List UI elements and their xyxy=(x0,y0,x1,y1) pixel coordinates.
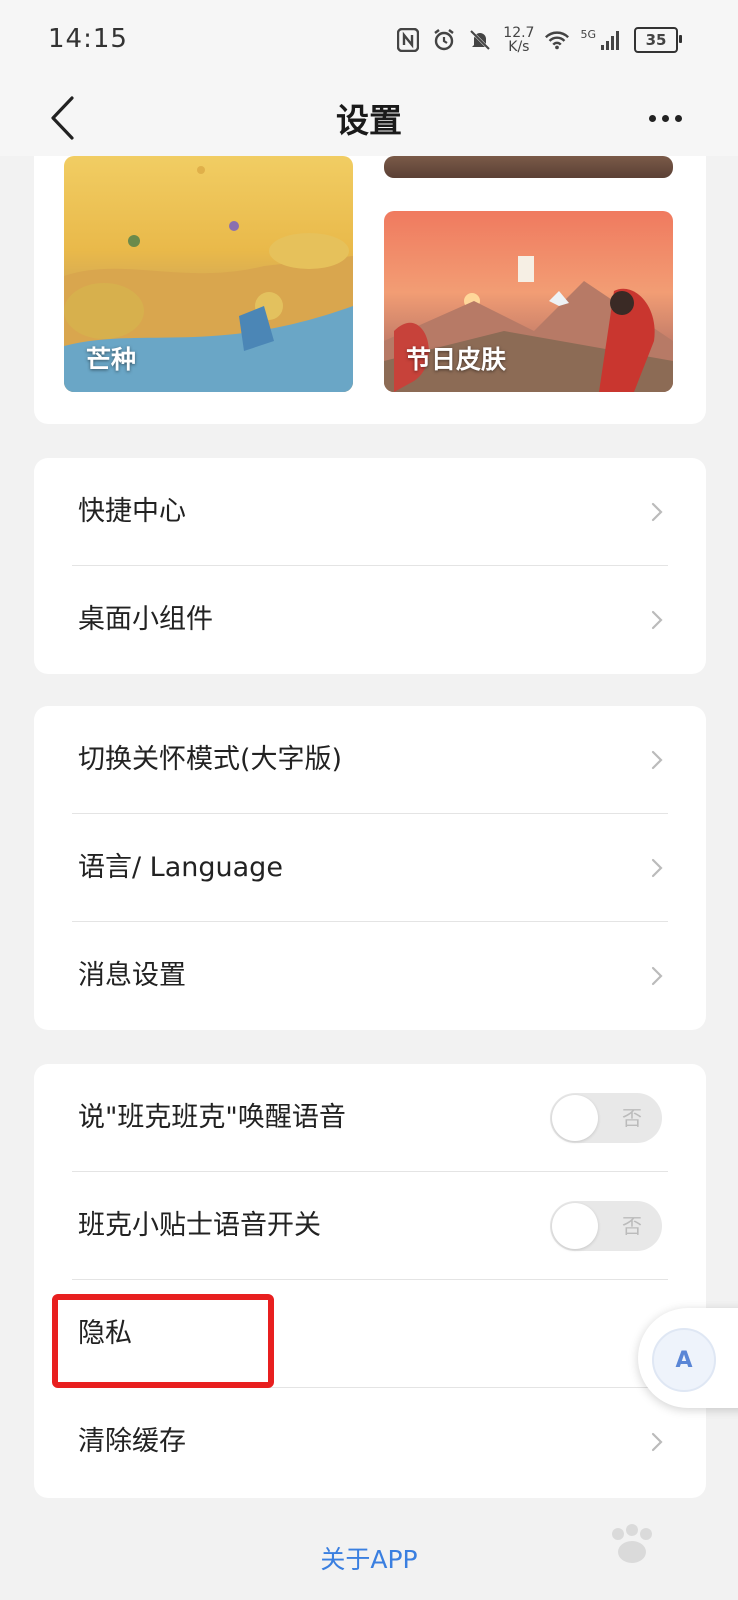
row-label: 说"班克班克"唤醒语音 xyxy=(78,1102,346,1133)
settings-row-widgets[interactable]: 桌面小组件 xyxy=(34,566,706,674)
settings-row-clear-cache[interactable]: 清除缓存 xyxy=(34,1388,706,1496)
settings-row-quick-center[interactable]: 快捷中心 xyxy=(34,458,706,566)
chevron-right-icon xyxy=(651,966,663,986)
chevron-right-icon xyxy=(651,1432,663,1452)
nav-bar: 设置 xyxy=(0,80,738,156)
signal-icon xyxy=(598,27,624,53)
status-icons: 12.7 K/s 5G 35 xyxy=(395,24,682,56)
more-button[interactable] xyxy=(642,98,688,138)
nfc-icon xyxy=(395,27,421,53)
settings-group-shortcuts: 快捷中心 桌面小组件 xyxy=(34,458,706,674)
text-scan-icon: A xyxy=(652,1328,716,1392)
chevron-right-icon xyxy=(651,610,663,630)
chevron-right-icon xyxy=(651,502,663,522)
skin-tile-mangzhong[interactable]: 芒种 xyxy=(64,156,353,392)
settings-row-language[interactable]: 语言/ Language xyxy=(34,814,706,922)
mute-bell-icon xyxy=(467,27,493,53)
page-title: 设置 xyxy=(336,101,402,140)
skin-tile-festival[interactable]: 节日皮肤 xyxy=(384,211,673,392)
settings-row-care-mode[interactable]: 切换关怀模式(大字版) xyxy=(34,706,706,814)
net-speed: 12.7 K/s xyxy=(503,26,534,54)
skin-card: 芒种 节日皮肤 xyxy=(34,156,706,424)
net-speed-value: 12.7 xyxy=(503,25,535,41)
settings-group-general: 切换关怀模式(大字版) 语言/ Language 消息设置 xyxy=(34,706,706,1030)
row-label: 班克小贴士语音开关 xyxy=(78,1210,321,1241)
chevron-right-icon xyxy=(651,750,663,770)
skin-tile-partial[interactable] xyxy=(384,156,673,178)
status-bar: 14:15 12.7 K/s 5G 35 xyxy=(0,0,738,80)
more-dot xyxy=(648,114,656,122)
alarm-icon xyxy=(431,27,457,53)
wake-voice-toggle[interactable]: 否 xyxy=(550,1093,662,1143)
settings-row-tips-voice: 班克小贴士语音开关 否 xyxy=(34,1172,706,1280)
toggle-knob xyxy=(552,1203,598,1249)
settings-row-wake-voice: 说"班克班克"唤醒语音 否 xyxy=(34,1064,706,1172)
wifi-icon xyxy=(544,27,570,53)
row-label: 快捷中心 xyxy=(78,496,186,527)
floating-assistant-button[interactable]: A xyxy=(638,1308,738,1408)
net-speed-unit: K/s xyxy=(508,39,530,55)
more-dot xyxy=(661,114,669,122)
status-time: 14:15 xyxy=(48,24,128,54)
row-label: 消息设置 xyxy=(78,960,186,991)
chevron-right-icon xyxy=(651,858,663,878)
settings-row-notifications[interactable]: 消息设置 xyxy=(34,922,706,1030)
skin-tile-label: 芒种 xyxy=(86,345,137,374)
battery-indicator: 35 xyxy=(634,27,682,53)
more-dot xyxy=(674,114,682,122)
row-label: 切换关怀模式(大字版) xyxy=(78,744,343,775)
row-label: 清除缓存 xyxy=(78,1426,186,1457)
tips-voice-toggle[interactable]: 否 xyxy=(550,1201,662,1251)
skin-tile-label: 节日皮肤 xyxy=(406,345,507,374)
toggle-state: 否 xyxy=(622,1106,642,1130)
network-type: 5G xyxy=(580,27,596,41)
row-label: 桌面小组件 xyxy=(78,604,213,635)
row-label: 语言/ Language xyxy=(78,852,283,883)
toggle-knob xyxy=(552,1095,598,1141)
watermark-logo xyxy=(612,1524,652,1563)
highlight-box xyxy=(52,1294,274,1388)
toggle-state: 否 xyxy=(622,1214,642,1238)
settings-group-voice-privacy: 说"班克班克"唤醒语音 否 班克小贴士语音开关 否 隐私 清除缓存 xyxy=(34,1064,706,1498)
